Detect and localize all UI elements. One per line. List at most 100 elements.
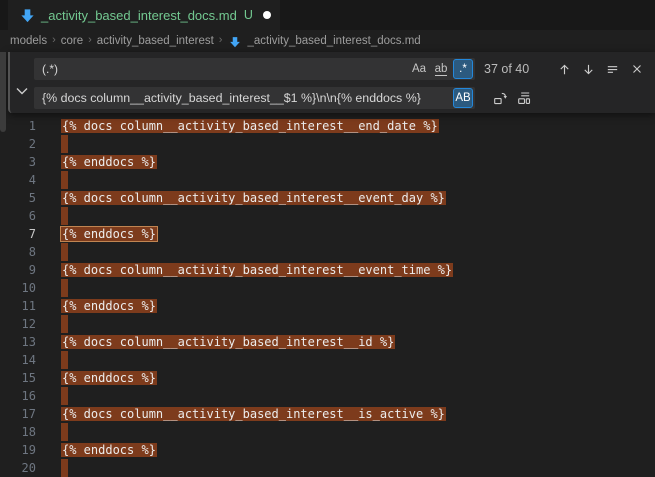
breadcrumb: models › core › activity_based_interest … <box>0 30 655 52</box>
find-match-empty-line <box>61 459 68 477</box>
editor-line-2[interactable]: 2 <box>0 135 655 153</box>
line-content[interactable] <box>61 279 68 297</box>
line-content[interactable] <box>61 135 68 153</box>
editor-line-6[interactable]: 6 <box>0 207 655 225</box>
preserve-case-label: AB <box>455 92 470 104</box>
find-match-empty-line <box>61 279 68 297</box>
line-content[interactable]: {% enddocs %} <box>61 297 157 315</box>
line-content[interactable] <box>61 351 68 369</box>
preserve-case-toggle[interactable]: AB <box>453 88 473 108</box>
line-number: 5 <box>0 189 36 207</box>
editor-line-10[interactable]: 10 <box>0 279 655 297</box>
next-match-button[interactable] <box>579 60 598 79</box>
line-number: 17 <box>0 405 36 423</box>
line-content[interactable] <box>61 459 68 477</box>
replace-toggles: AB <box>453 88 473 108</box>
editor-line-15[interactable]: 15 {% enddocs %} <box>0 369 655 387</box>
find-match-empty-line <box>61 315 68 333</box>
line-content[interactable] <box>61 171 68 189</box>
match-case-label: Aa <box>412 63 426 75</box>
previous-match-button[interactable] <box>555 60 574 79</box>
breadcrumb-item-file[interactable]: _activity_based_interest_docs.md <box>247 35 420 47</box>
editor-line-14[interactable]: 14 <box>0 351 655 369</box>
replace-all-icon <box>516 90 532 106</box>
line-number: 16 <box>0 387 36 405</box>
find-match-empty-line <box>61 135 68 153</box>
line-number: 4 <box>0 171 36 189</box>
close-find-button[interactable] <box>627 60 646 79</box>
editor-line-3[interactable]: 3 {% enddocs %} <box>0 153 655 171</box>
find-nav-buttons <box>555 52 646 86</box>
chevron-down-icon <box>16 87 28 95</box>
editor[interactable]: 1{% docs column__activity_based_interest… <box>0 52 655 470</box>
find-in-selection-button[interactable] <box>603 60 622 79</box>
line-number: 10 <box>0 279 36 297</box>
markdown-file-icon <box>229 36 241 48</box>
find-input[interactable]: (.*) Aa ab .* <box>34 58 475 80</box>
line-content[interactable]: {% docs column__activity_based_interest_… <box>61 189 446 207</box>
breadcrumb-item-folder[interactable]: activity_based_interest <box>97 35 214 47</box>
find-match: {% enddocs %} <box>61 443 157 457</box>
breadcrumb-item-models[interactable]: models <box>10 35 47 47</box>
match-case-toggle[interactable]: Aa <box>409 59 429 79</box>
line-content[interactable]: {% enddocs %} <box>61 153 157 171</box>
line-number: 15 <box>0 369 36 387</box>
find-match: {% enddocs %} <box>61 299 157 313</box>
line-content[interactable]: {% enddocs %} <box>61 225 157 243</box>
line-content[interactable] <box>61 387 68 405</box>
breadcrumb-item-core[interactable]: core <box>61 35 83 47</box>
line-content[interactable]: {% enddocs %} <box>61 369 157 387</box>
editor-line-4[interactable]: 4 <box>0 171 655 189</box>
find-match: {% docs column__activity_based_interest_… <box>61 335 395 349</box>
chevron-right-icon: › <box>88 34 92 46</box>
replace-input[interactable]: {% docs column__activity_based_interest_… <box>34 87 475 109</box>
unsaved-changes-dot[interactable] <box>263 11 271 19</box>
toggle-replace-button[interactable] <box>13 82 30 99</box>
line-content[interactable]: {% docs column__activity_based_interest_… <box>61 333 395 351</box>
editor-line-16[interactable]: 16 <box>0 387 655 405</box>
line-content[interactable] <box>61 315 68 333</box>
whole-word-toggle[interactable]: ab <box>431 59 451 79</box>
line-content[interactable]: {% docs column__activity_based_interest_… <box>61 117 439 135</box>
line-content[interactable]: {% enddocs %} <box>61 441 157 459</box>
editor-line-9[interactable]: 9{% docs column__activity_based_interest… <box>0 261 655 279</box>
replace-button[interactable] <box>490 89 509 108</box>
editor-line-5[interactable]: 5 {% docs column__activity_based_interest… <box>0 189 655 207</box>
arrow-up-icon <box>557 62 572 77</box>
find-match-empty-line <box>61 351 68 369</box>
editor-line-7[interactable]: 7 {% enddocs %} <box>0 225 655 243</box>
line-number: 8 <box>0 243 36 261</box>
line-content[interactable] <box>61 243 68 261</box>
line-number: 2 <box>0 135 36 153</box>
current-find-match: {% enddocs %} <box>61 227 157 241</box>
replace-value: {% docs column__activity_based_interest_… <box>42 87 421 109</box>
find-match: {% docs column__activity_based_interest_… <box>61 119 439 133</box>
line-content[interactable] <box>61 207 68 225</box>
tab-filename: _activity_based_interest_docs.md <box>41 8 237 23</box>
editor-line-12[interactable]: 12 <box>0 315 655 333</box>
replace-action-buttons <box>490 87 533 109</box>
line-content[interactable]: {% docs column__activity_based_interest_… <box>61 261 453 279</box>
editor-line-19[interactable]: 19 {% enddocs %} <box>0 441 655 459</box>
line-number: 14 <box>0 351 36 369</box>
line-number: 19 <box>0 441 36 459</box>
editor-line-17[interactable]: 17 {% docs column__activity_based_interes… <box>0 405 655 423</box>
editor-line-11[interactable]: 11{% enddocs %} <box>0 297 655 315</box>
line-number: 7 <box>0 225 36 243</box>
line-content[interactable]: {% docs column__activity_based_interest_… <box>61 405 446 423</box>
replace-all-button[interactable] <box>514 89 533 108</box>
line-content[interactable] <box>61 423 68 441</box>
editor-line-18[interactable]: 18 <box>0 423 655 441</box>
editor-line-20[interactable]: 20 <box>0 459 655 477</box>
editor-line-8[interactable]: 8 <box>0 243 655 261</box>
tab-active-file[interactable]: _activity_based_interest_docs.md U <box>8 0 280 30</box>
find-match-empty-line <box>61 387 68 405</box>
replace-icon <box>492 90 508 106</box>
find-match-empty-line <box>61 243 68 261</box>
selection-lines-icon <box>605 62 620 77</box>
editor-line-1[interactable]: 1{% docs column__activity_based_interest… <box>0 117 655 135</box>
line-number: 3 <box>0 153 36 171</box>
editor-line-13[interactable]: 13{% docs column__activity_based_interes… <box>0 333 655 351</box>
whole-word-label: ab <box>435 63 448 76</box>
regex-toggle[interactable]: .* <box>453 59 473 79</box>
